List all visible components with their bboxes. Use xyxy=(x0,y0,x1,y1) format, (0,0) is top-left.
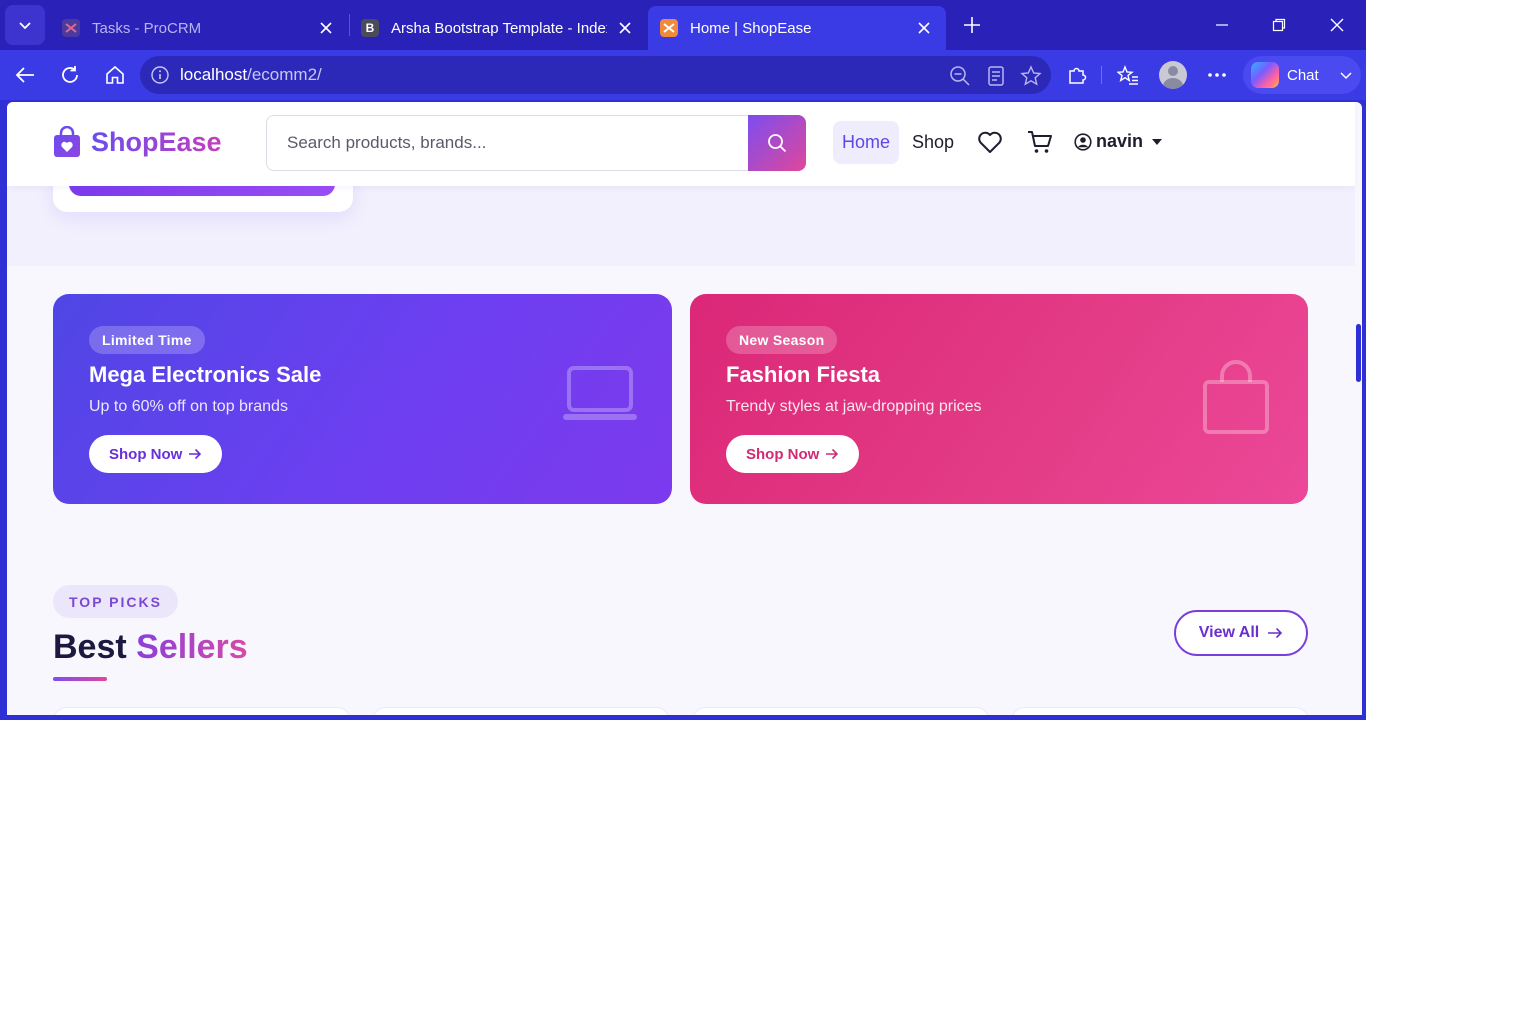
url-host: localhost xyxy=(180,65,248,84)
site-header: ShopEase Home Shop navin xyxy=(7,102,1355,186)
cart-icon[interactable] xyxy=(1026,128,1054,156)
promo-subtitle: Up to 60% off on top brands xyxy=(89,398,288,415)
user-circle-icon xyxy=(1074,132,1092,151)
arrow-right-icon xyxy=(1268,627,1283,639)
new-tab-button[interactable] xyxy=(958,11,986,39)
user-dropdown[interactable]: navin xyxy=(1074,131,1163,152)
section-title-plain: Best xyxy=(53,628,127,666)
tab-shopease[interactable]: Home | ShopEase xyxy=(648,6,946,50)
shop-now-label: Shop Now xyxy=(109,445,183,463)
favorites-list-icon xyxy=(1117,65,1138,85)
hero-section xyxy=(7,156,1355,266)
restore-button[interactable] xyxy=(1256,8,1302,42)
xampp-icon xyxy=(660,19,678,37)
close-icon xyxy=(1330,18,1344,32)
shopping-bag-logo-icon xyxy=(54,126,80,157)
product-card[interactable] xyxy=(692,707,990,715)
home-button[interactable] xyxy=(98,58,132,92)
view-all-label: View All xyxy=(1198,624,1260,641)
refresh-button[interactable] xyxy=(53,58,87,92)
promo-badge: New Season xyxy=(726,326,838,354)
arrow-right-icon xyxy=(189,448,202,460)
promo-title: Mega Electronics Sale xyxy=(89,362,322,387)
user-name: navin xyxy=(1096,131,1144,151)
ellipsis-icon xyxy=(1208,73,1226,77)
brand-logo[interactable]: ShopEase xyxy=(53,126,222,158)
xampp-icon xyxy=(62,19,80,37)
copilot-chat-button[interactable]: Chat xyxy=(1243,56,1361,94)
tab-title: Tasks - ProCRM xyxy=(92,19,202,37)
section-eyebrow: TOP PICKS xyxy=(53,585,178,618)
more-button[interactable] xyxy=(1203,61,1231,89)
search-input[interactable] xyxy=(266,115,756,171)
close-window-button[interactable] xyxy=(1314,8,1360,42)
brand-name: ShopEase xyxy=(91,126,222,157)
shop-now-button[interactable]: Shop Now xyxy=(89,435,223,473)
profile-button[interactable] xyxy=(1159,61,1187,89)
page-viewport: ShopEase Home Shop navin xyxy=(7,102,1362,715)
browser-window: Tasks - ProCRM B Arsha Bootstrap Templat… xyxy=(0,0,1366,720)
minimize-icon xyxy=(1216,24,1228,26)
nav-home-link[interactable]: Home xyxy=(833,121,899,164)
arrow-right-icon xyxy=(826,448,839,460)
avatar xyxy=(1159,61,1187,89)
shop-now-button[interactable]: Shop Now xyxy=(726,435,860,473)
product-card[interactable] xyxy=(1011,707,1309,715)
view-all-button[interactable]: View All xyxy=(1174,610,1308,656)
back-arrow-icon xyxy=(15,67,34,83)
section-title-accent: Sellers xyxy=(136,628,248,666)
promo-badge: Limited Time xyxy=(89,326,205,354)
toolbar-divider xyxy=(1101,66,1102,84)
puzzle-icon xyxy=(1069,67,1087,84)
chat-label: Chat xyxy=(1287,66,1319,84)
caret-down-icon xyxy=(1152,138,1163,145)
extensions-button[interactable] xyxy=(1063,61,1091,89)
zoom-out-icon[interactable] xyxy=(949,65,971,87)
promo-subtitle: Trendy styles at jaw-dropping prices xyxy=(726,398,982,415)
tab-arsha[interactable]: B Arsha Bootstrap Template - Index xyxy=(349,6,647,50)
section-title: Best Sellers xyxy=(53,628,248,667)
tab-strip: Tasks - ProCRM B Arsha Bootstrap Templat… xyxy=(0,0,1366,50)
tab-title: Home | ShopEase xyxy=(690,19,812,37)
plus-icon xyxy=(964,17,980,33)
close-tab-icon[interactable] xyxy=(615,18,635,38)
bootstrap-icon: B xyxy=(361,19,379,37)
close-tab-icon[interactable] xyxy=(914,18,934,38)
heart-icon[interactable] xyxy=(976,128,1004,156)
chevron-down-icon xyxy=(1340,72,1352,80)
tab-procrm[interactable]: Tasks - ProCRM xyxy=(50,6,348,50)
shopping-bag-icon xyxy=(1203,360,1269,434)
chevron-down-icon xyxy=(19,22,31,30)
reader-mode-icon[interactable] xyxy=(985,65,1007,87)
laptop-icon xyxy=(563,366,637,420)
home-icon xyxy=(106,65,124,84)
tab-actions-button[interactable] xyxy=(5,5,45,45)
search-icon xyxy=(768,134,787,153)
url-text: localhost/ecomm2/ xyxy=(180,65,322,85)
promo-title: Fashion Fiesta xyxy=(726,362,881,387)
search-button[interactable] xyxy=(748,115,806,171)
back-button[interactable] xyxy=(8,58,42,92)
scrollbar[interactable] xyxy=(1356,324,1361,382)
copilot-icon xyxy=(1251,62,1279,88)
search-form xyxy=(266,115,806,171)
shop-now-label: Shop Now xyxy=(746,445,820,463)
address-toolbar: localhost/ecomm2/ Chat xyxy=(0,50,1366,100)
close-tab-icon[interactable] xyxy=(316,18,336,38)
product-card[interactable] xyxy=(53,707,351,715)
favorites-button[interactable] xyxy=(1114,61,1142,89)
promo-banner-electronics: Limited Time Mega Electronics Sale Up to… xyxy=(53,294,672,504)
tab-title: Arsha Bootstrap Template - Index xyxy=(391,19,607,37)
promo-banner-fashion: New Season Fashion Fiesta Trendy styles … xyxy=(690,294,1308,504)
product-card[interactable] xyxy=(372,707,670,715)
title-underline xyxy=(53,677,107,681)
address-bar[interactable]: localhost/ecomm2/ xyxy=(140,56,1051,94)
site-info-icon[interactable] xyxy=(150,65,170,85)
minimize-button[interactable] xyxy=(1199,8,1245,42)
nav-shop-link[interactable]: Shop xyxy=(912,132,954,153)
url-path: /ecomm2/ xyxy=(247,65,322,84)
restore-icon xyxy=(1272,18,1286,32)
favorite-star-icon[interactable] xyxy=(1020,65,1042,87)
refresh-icon xyxy=(62,66,78,83)
